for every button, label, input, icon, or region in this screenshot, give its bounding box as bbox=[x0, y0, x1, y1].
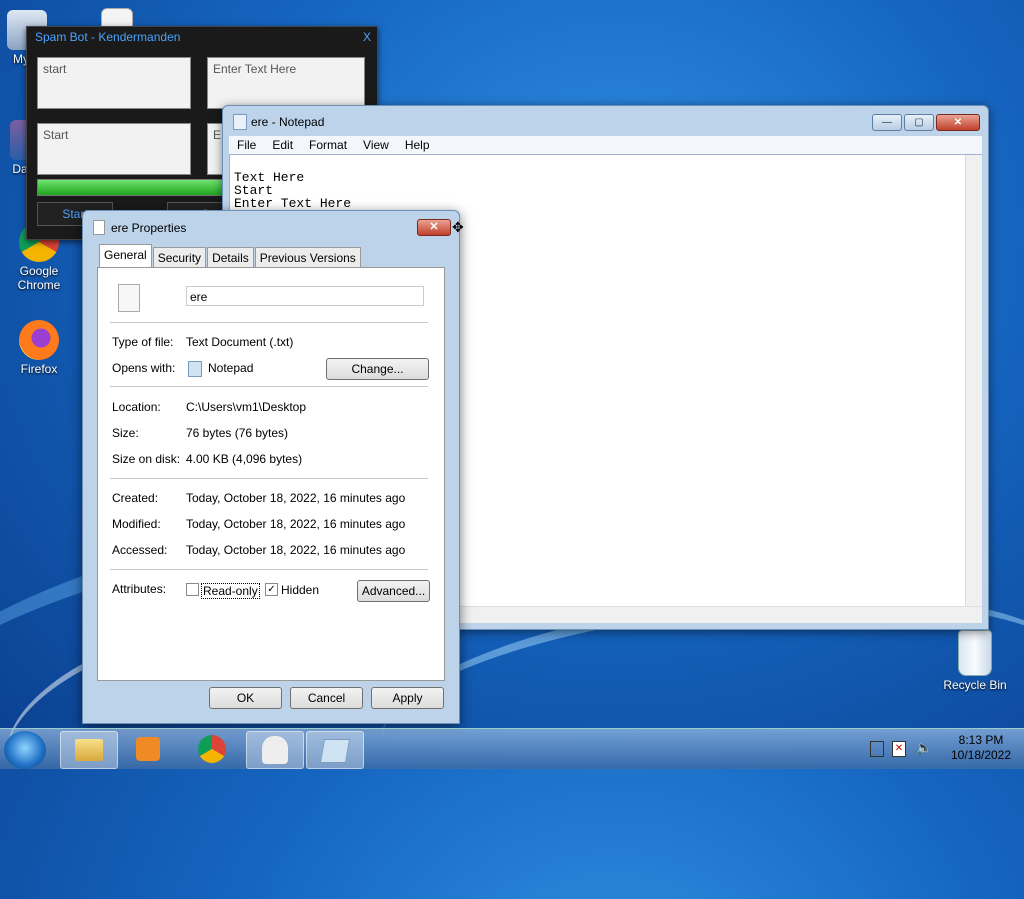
modified-value: Today, October 18, 2022, 16 minutes ago bbox=[186, 517, 406, 531]
dialog-title: ere Properties bbox=[111, 221, 187, 235]
accessed-value: Today, October 18, 2022, 16 minutes ago bbox=[186, 543, 406, 557]
taskbar-notepad[interactable] bbox=[306, 731, 364, 769]
type-label: Type of file: bbox=[112, 335, 174, 349]
apply-button[interactable]: Apply bbox=[371, 687, 444, 709]
desktop-icon-label: Firefox bbox=[20, 362, 58, 376]
readonly-label[interactable]: Read-only bbox=[201, 583, 260, 599]
window-title: Spam Bot - Kendermanden bbox=[35, 30, 181, 44]
spambot-textbox-3[interactable]: Start bbox=[37, 123, 191, 175]
desktop-icon-firefox[interactable]: Firefox bbox=[4, 320, 74, 376]
clock-date: 10/18/2022 bbox=[950, 748, 1012, 762]
tab-details[interactable]: Details bbox=[207, 247, 254, 268]
type-value: Text Document (.txt) bbox=[186, 335, 294, 349]
size-label: Size: bbox=[112, 426, 139, 440]
window-title: ere - Notepad bbox=[251, 115, 325, 129]
clock[interactable]: 8:13 PM 10/18/2022 bbox=[946, 733, 1016, 763]
location-value: C:\Users\vm1\Desktop bbox=[186, 400, 307, 414]
properties-dialog: ere Properties ✕ General Security Detail… bbox=[82, 210, 460, 724]
opens-value: Notepad bbox=[208, 361, 254, 375]
tab-strip: General Security Details Previous Versio… bbox=[99, 244, 361, 269]
desktop-icon-recycle-bin[interactable]: Recycle Bin bbox=[940, 630, 1010, 692]
minimize-button[interactable]: — bbox=[872, 114, 902, 131]
created-value: Today, October 18, 2022, 16 minutes ago bbox=[186, 491, 406, 505]
general-panel: ere Type of file: Text Document (.txt) O… bbox=[97, 267, 445, 681]
taskbar-media[interactable] bbox=[120, 731, 176, 767]
maximize-button[interactable]: ▢ bbox=[904, 114, 934, 131]
notepad-titlebar: ere - Notepad — ▢ ✕ bbox=[223, 106, 988, 136]
readonly-checkbox[interactable] bbox=[186, 583, 199, 596]
spambot-textbox-2[interactable]: Enter Text Here bbox=[207, 57, 365, 109]
close-button[interactable]: X bbox=[363, 27, 371, 47]
location-label: Location: bbox=[112, 400, 161, 414]
document-icon bbox=[93, 220, 105, 235]
dialog-titlebar: ere Properties ✕ bbox=[83, 211, 459, 241]
cancel-button[interactable]: Cancel bbox=[290, 687, 363, 709]
hidden-checkbox[interactable]: ✓ bbox=[265, 583, 278, 596]
taskbar-chrome[interactable] bbox=[184, 731, 240, 767]
clock-time: 8:13 PM bbox=[958, 733, 1004, 747]
desktop-icon-label: Google Chrome bbox=[17, 264, 61, 292]
notepad-icon bbox=[319, 739, 351, 763]
taskbar-explorer[interactable] bbox=[60, 731, 118, 769]
created-label: Created: bbox=[112, 491, 159, 505]
accessed-label: Accessed: bbox=[112, 543, 168, 557]
close-button[interactable]: ✕ bbox=[417, 219, 451, 236]
menu-help[interactable]: Help bbox=[397, 136, 438, 154]
network-icon[interactable] bbox=[870, 741, 884, 757]
volume-icon[interactable]: 🔈 bbox=[916, 741, 932, 755]
notepad-icon bbox=[233, 114, 247, 130]
recycle-bin-icon bbox=[958, 630, 992, 676]
folder-icon bbox=[75, 739, 103, 761]
tab-security[interactable]: Security bbox=[152, 247, 207, 268]
tab-previous-versions[interactable]: Previous Versions bbox=[254, 247, 361, 268]
menu-edit[interactable]: Edit bbox=[264, 136, 301, 154]
advanced-button[interactable]: Advanced... bbox=[357, 580, 430, 602]
menu-format[interactable]: Format bbox=[301, 136, 355, 154]
start-button[interactable] bbox=[4, 731, 46, 769]
media-icon bbox=[136, 737, 160, 761]
tab-general[interactable]: General bbox=[99, 244, 152, 269]
disk-size-label: Size on disk: bbox=[112, 452, 181, 466]
attributes-label: Attributes: bbox=[112, 582, 167, 596]
chrome-icon bbox=[198, 735, 226, 763]
spambot-titlebar: Spam Bot - Kendermanden X bbox=[27, 27, 377, 47]
disk-size-value: 4.00 KB (4,096 bytes) bbox=[186, 452, 303, 466]
menu-file[interactable]: File bbox=[229, 136, 264, 154]
taskbar-spambot[interactable] bbox=[246, 731, 304, 769]
menu-view[interactable]: View bbox=[355, 136, 397, 154]
taskbar: ✕ 🔈 8:13 PM 10/18/2022 bbox=[0, 728, 1024, 769]
opens-label: Opens with: bbox=[112, 361, 176, 375]
desktop-icon-label: Recycle Bin bbox=[943, 678, 1007, 692]
menu-bar: File Edit Format View Help bbox=[229, 136, 982, 154]
modified-label: Modified: bbox=[112, 517, 161, 531]
ok-button[interactable]: OK bbox=[209, 687, 282, 709]
notepad-icon bbox=[188, 361, 202, 377]
size-value: 76 bytes (76 bytes) bbox=[186, 426, 289, 440]
file-icon bbox=[118, 284, 140, 312]
vertical-scrollbar[interactable] bbox=[965, 155, 982, 607]
ghost-icon bbox=[262, 736, 288, 764]
hidden-label[interactable]: Hidden bbox=[281, 583, 319, 597]
change-button[interactable]: Change... bbox=[326, 358, 429, 380]
close-button[interactable]: ✕ bbox=[936, 114, 980, 131]
action-center-icon[interactable]: ✕ bbox=[892, 741, 906, 757]
filename-field[interactable]: ere bbox=[186, 286, 424, 306]
move-cursor-icon: ✥ bbox=[452, 219, 464, 235]
firefox-icon bbox=[19, 320, 59, 360]
spambot-textbox-1[interactable]: start bbox=[37, 57, 191, 109]
